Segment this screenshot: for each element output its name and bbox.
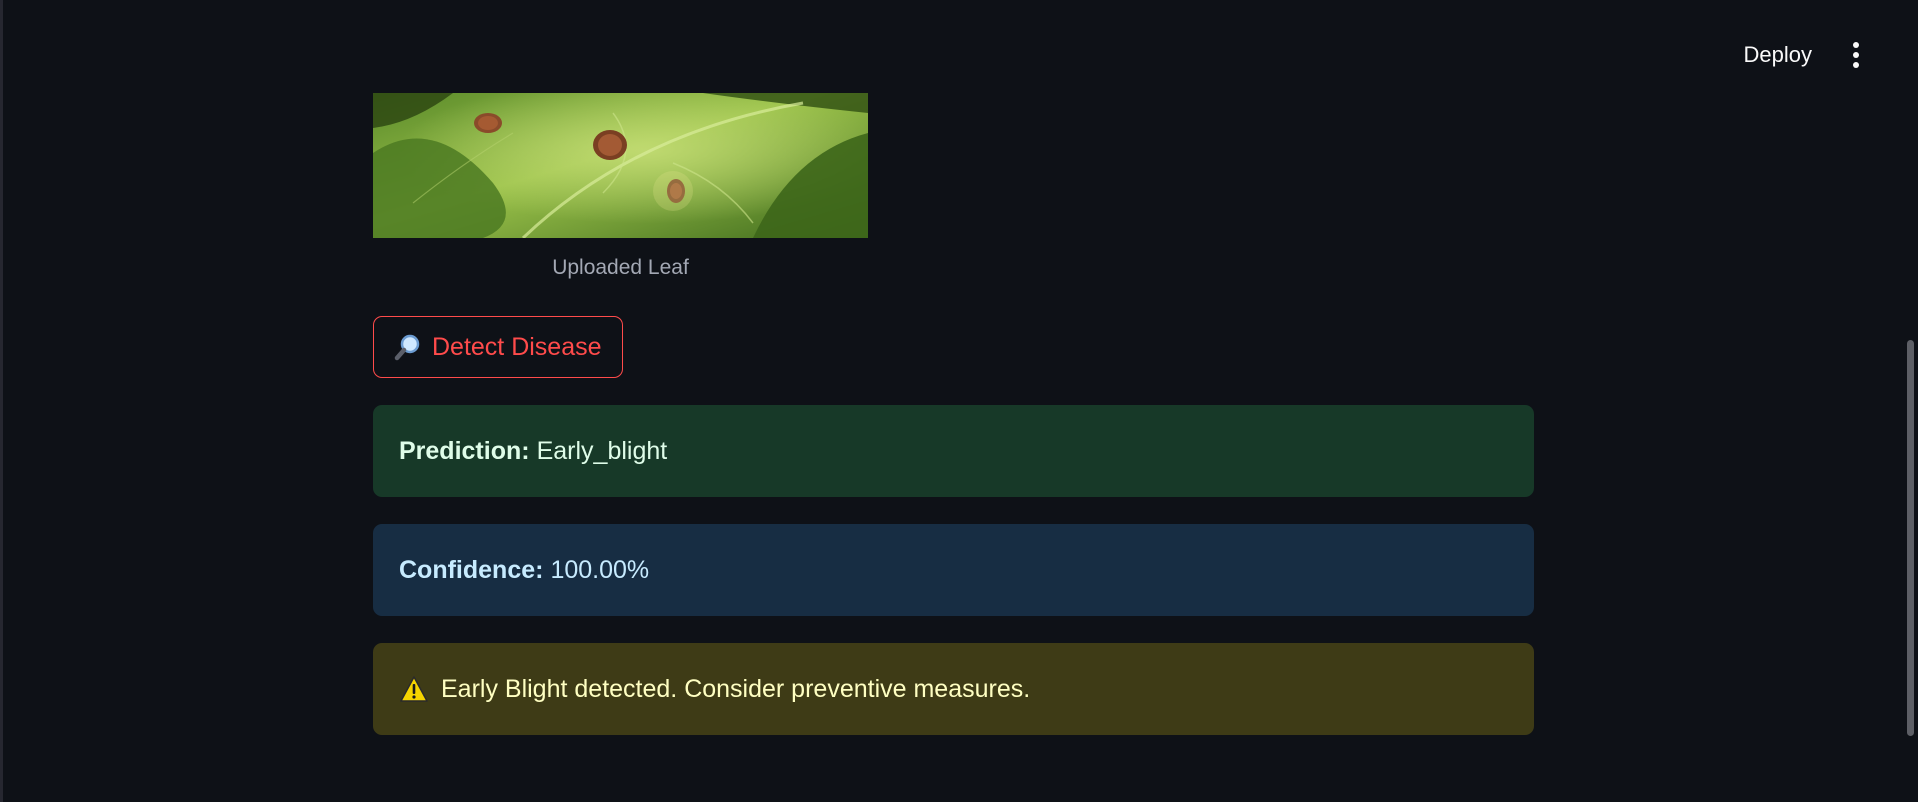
prediction-label: Prediction: <box>399 436 530 465</box>
vertical-scrollbar[interactable] <box>1907 340 1914 736</box>
main-content: Uploaded Leaf Detect Disease Prediction:… <box>373 93 1534 735</box>
image-caption: Uploaded Leaf <box>552 256 689 279</box>
kebab-dot <box>1853 42 1859 48</box>
magnifying-glass-icon <box>394 334 420 361</box>
app-window: Deploy Uploaded Leaf Detect Disease Pred… <box>0 0 1918 802</box>
uploaded-image-figure: Uploaded Leaf <box>373 93 868 280</box>
top-toolbar: Deploy <box>1744 36 1866 74</box>
confidence-alert: Confidence: 100.00% <box>373 524 1534 616</box>
kebab-dot <box>1853 52 1859 58</box>
prediction-value: Early_blight <box>536 436 668 465</box>
confidence-value: 100.00% <box>550 555 650 584</box>
warning-alert: Early Blight detected. Consider preventi… <box>373 643 1534 735</box>
warning-triangle-icon <box>400 676 428 702</box>
uploaded-leaf-image <box>373 93 868 238</box>
deploy-button[interactable]: Deploy <box>1744 36 1812 74</box>
detect-disease-button[interactable]: Detect Disease <box>373 316 623 378</box>
warning-text: Early Blight detected. Consider preventi… <box>441 674 1031 703</box>
detect-disease-label: Detect Disease <box>432 332 602 361</box>
confidence-label: Confidence: <box>399 555 544 584</box>
kebab-dot <box>1853 62 1859 68</box>
prediction-alert: Prediction: Early_blight <box>373 405 1534 497</box>
left-border <box>0 0 3 802</box>
kebab-menu-icon[interactable] <box>1846 40 1866 70</box>
